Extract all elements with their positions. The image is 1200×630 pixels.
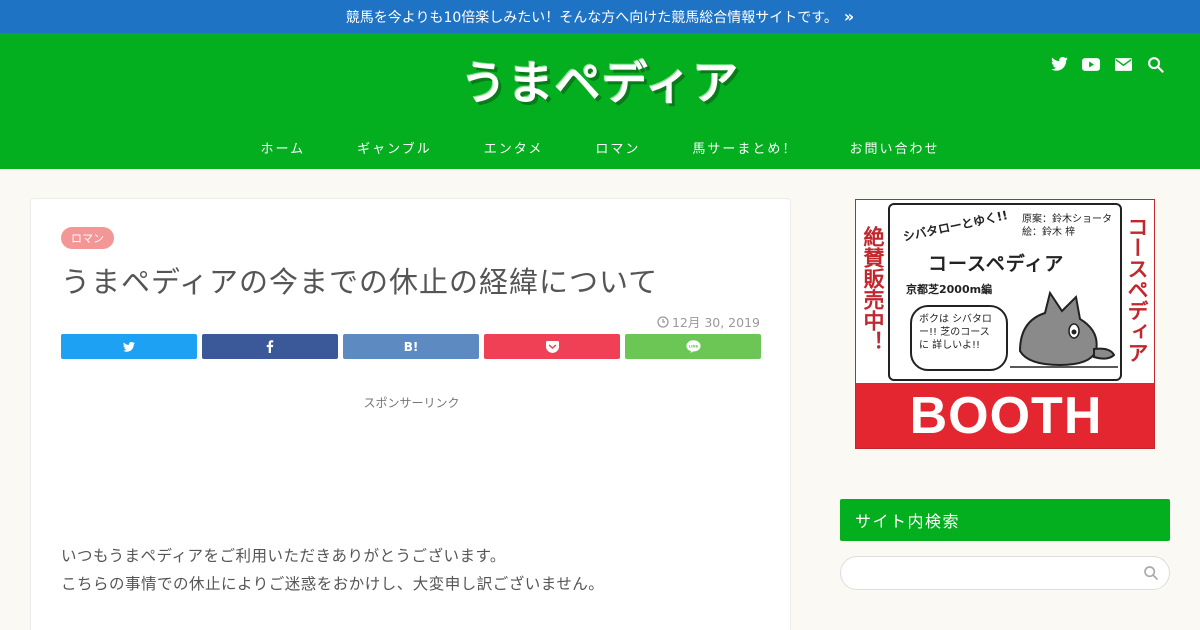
comic-tagline: シバタローとゆく!! [901,208,1009,244]
search-input[interactable] [855,563,1135,583]
chevron-right-icon: » [843,7,855,26]
post-date: 12月 30, 2019 [657,312,760,331]
youtube-icon[interactable] [1082,53,1100,75]
sponsored-link-label: スポンサーリンク [363,396,460,410]
share-twitter-button[interactable] [61,334,197,359]
comic-credit-line: 原案：鈴木ショータ [1022,214,1112,225]
comic-credit-line: 絵：鈴木 梓 [1022,227,1076,238]
facebook-icon [266,340,274,353]
search-widget-title: サイト内検索 [840,499,1170,541]
share-buttons: B! LINE [61,334,761,359]
site-logo[interactable]: うまペディア [0,47,1200,113]
body-paragraph: いつもうまペディアをご利用いただきありがとうございます。 [61,547,506,565]
comic-panel: シバタローとゆく!! 原案：鈴木ショータ 絵：鈴木 梓 コースペディア 京都芝2… [888,203,1122,381]
ad-right-vertical-text: コースペディア [1125,216,1149,363]
category-badge[interactable]: ロマン [61,227,114,249]
article-title: うまペディアの今までの休止の経緯について [61,265,659,299]
clock-icon [657,315,669,328]
ad-left-vertical-text: 絶賛販売中！ [861,226,885,352]
mail-icon[interactable] [1114,53,1132,75]
line-icon: LINE [685,340,701,353]
search-box [840,556,1170,590]
nav-item-roman[interactable]: ロマン [569,138,666,157]
main-nav: ホーム ギャンブル エンタメ ロマン 馬サーまとめ！ お問い合わせ [0,138,1200,157]
article-body: いつもうまペディアをご利用いただきありがとうございます。 こちらの事情での休止に… [61,542,604,598]
comic-subtitle: 京都芝2000m編 [906,283,993,296]
comic-title: コースペディア [928,253,1065,275]
nav-item-summary[interactable]: 馬サーまとめ！ [666,138,823,157]
body-paragraph: こちらの事情での休止によりご迷惑をおかけし、大変申し訳ございません。 [61,575,605,593]
comic-credits: 原案：鈴木ショータ 絵：鈴木 梓 [1022,213,1112,239]
top-announcement-bar[interactable]: 競馬を今よりも10倍楽しみたい！そんな方へ向けた競馬総合情報サイトです。 » [0,0,1200,33]
booth-ad-banner[interactable]: 絶賛販売中！ シバタローとゆく!! 原案：鈴木ショータ 絵：鈴木 梓 コースペデ… [855,199,1155,449]
nav-item-gamble[interactable]: ギャンブル [331,138,458,157]
booth-logo: BOOTH [856,383,1154,448]
header-icon-group [1050,53,1164,75]
share-facebook-button[interactable] [202,334,338,359]
nav-item-entertainment[interactable]: エンタメ [458,138,570,157]
post-date-text: 12月 30, 2019 [671,315,760,330]
nav-item-home[interactable]: ホーム [235,138,332,157]
cat-illustration [1010,291,1118,368]
nav-item-contact[interactable]: お問い合わせ [823,138,965,157]
share-pocket-button[interactable] [484,334,620,359]
hatena-label: B! [403,339,419,354]
twitter-icon [123,341,135,352]
search-icon[interactable] [1146,53,1164,75]
share-hatena-button[interactable]: B! [343,334,479,359]
article-card: ロマン うまペディアの今までの休止の経緯について 12月 30, 2019 B!… [30,198,791,630]
twitter-icon[interactable] [1050,53,1068,75]
search-icon[interactable] [1143,565,1159,581]
site-header: うまペディア ホーム ギャンブル エンタメ ロマン 馬サーまとめ！ お問い合わせ [0,33,1200,169]
announcement-text: 競馬を今よりも10倍楽しみたい！そんな方へ向けた競馬総合情報サイトです。 [345,9,838,26]
svg-text:LINE: LINE [688,344,698,349]
pocket-icon [545,340,559,353]
share-line-button[interactable]: LINE [625,334,761,359]
speech-bubble: ボクは シバタロー!! 芝のコースに 詳しいよ!! [910,305,1008,371]
